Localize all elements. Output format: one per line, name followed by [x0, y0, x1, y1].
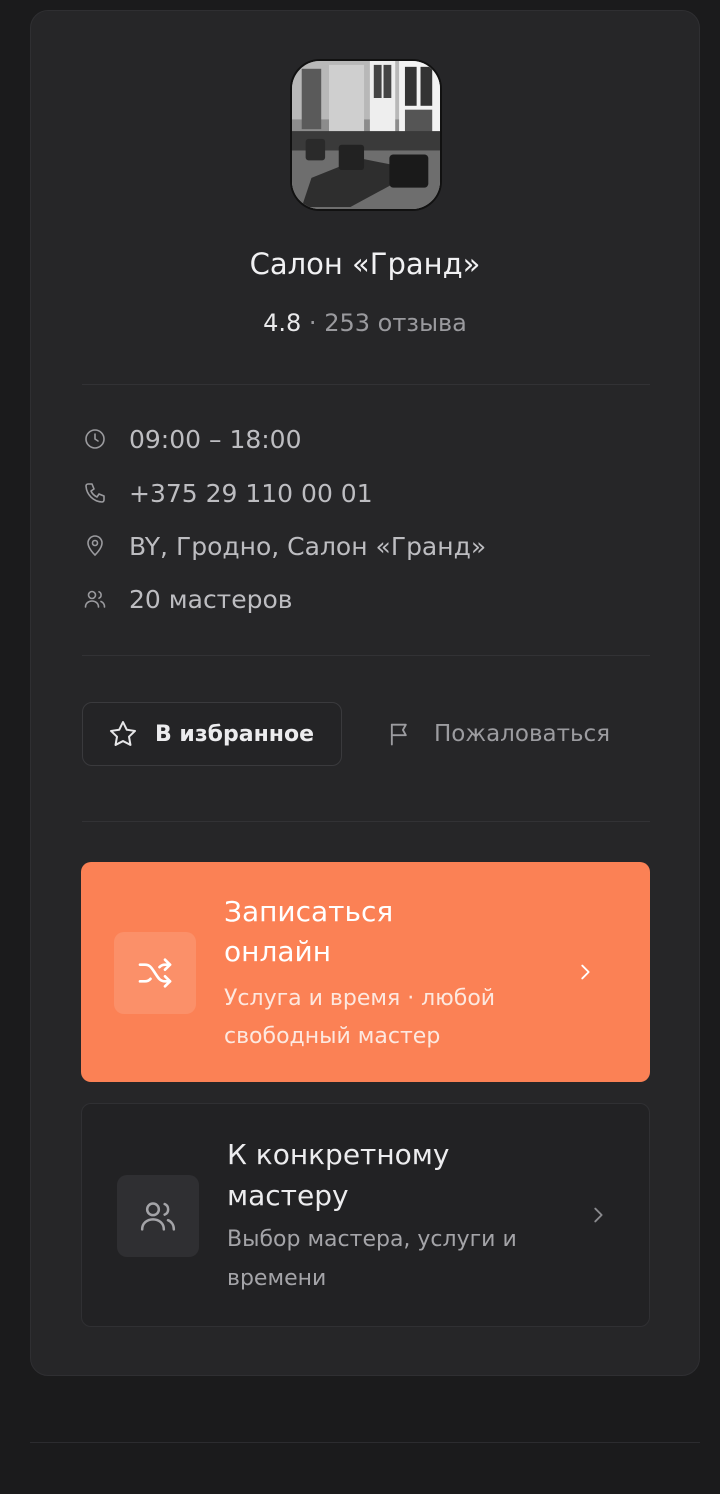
favorite-button[interactable]: В избранное	[82, 702, 342, 766]
working-hours: 09:00 – 18:00	[129, 424, 302, 454]
report-button[interactable]: Пожаловаться	[386, 702, 610, 766]
flag-icon	[390, 723, 407, 746]
masters-row: 20 мастеров	[82, 579, 293, 619]
book-master-button[interactable]: К конкретному мастеру Выбор мастера, усл…	[81, 1103, 650, 1327]
users-icon	[82, 586, 108, 612]
users-icon	[117, 1175, 199, 1257]
masters-count: 20 мастеров	[129, 584, 293, 614]
salon-photo	[290, 59, 442, 211]
report-label: Пожаловаться	[434, 721, 611, 747]
chevron-right-icon	[581, 964, 590, 980]
book-master-title: К конкретному мастеру	[227, 1138, 450, 1212]
book-master-subtitle: Выбор мастера, услуги и времени	[227, 1227, 517, 1291]
phone-number[interactable]: +375 29 110 00 01	[129, 479, 373, 508]
rating-value: 4.8	[263, 309, 302, 337]
book-online-subtitle: Услуга и время · любой свободный мастер	[224, 986, 496, 1049]
divider	[82, 655, 650, 656]
chevron-right-icon	[594, 1207, 603, 1223]
hours-row: 09:00 – 18:00	[82, 419, 302, 459]
shuffle-icon	[114, 932, 196, 1014]
rating-summary: 4.8 · 253 отзыва	[31, 309, 699, 337]
book-online-button[interactable]: Записаться онлайн Услуга и время · любой…	[81, 862, 650, 1082]
reviews-link[interactable]: 253 отзыва	[324, 309, 467, 337]
divider	[82, 821, 650, 822]
salon-card: Салон «Гранд» 4.8 · 253 отзыва 09:00 – 1…	[30, 10, 700, 1376]
phone-row[interactable]: +375 29 110 00 01	[82, 473, 373, 513]
phone-icon	[82, 480, 108, 506]
book-online-title: Записаться онлайн	[224, 895, 394, 968]
star-icon	[110, 721, 136, 746]
clock-icon	[82, 426, 108, 452]
divider	[82, 384, 650, 385]
salon-address[interactable]: BY, Гродно, Салон «Гранд»	[129, 532, 486, 561]
address-row[interactable]: BY, Гродно, Салон «Гранд»	[82, 526, 486, 566]
location-pin-icon	[82, 533, 108, 559]
salon-name: Салон «Гранд»	[249, 247, 481, 281]
rating-separator: ·	[308, 309, 317, 337]
favorite-label: В избранное	[155, 721, 315, 747]
divider	[30, 1442, 700, 1443]
